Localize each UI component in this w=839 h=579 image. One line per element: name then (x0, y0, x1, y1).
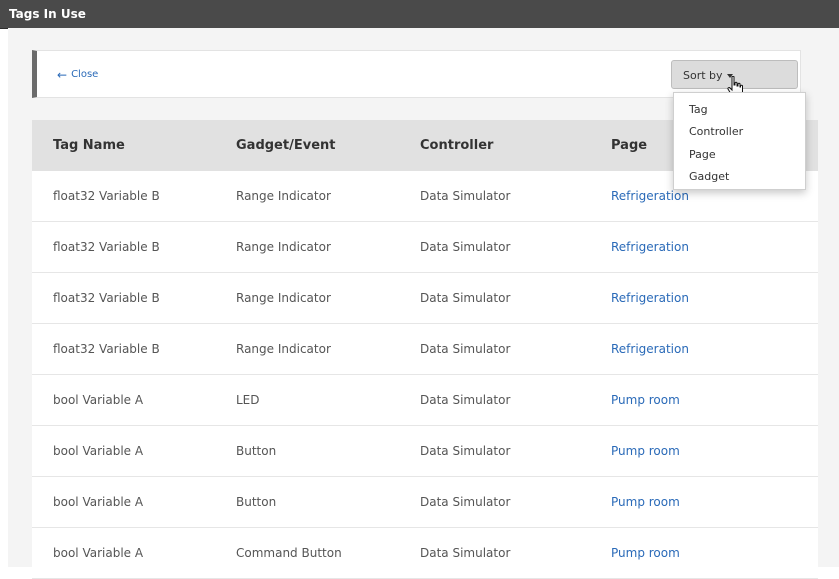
cell-page: Pump room (590, 527, 818, 579)
cell-gadget-event: Button (215, 425, 399, 477)
cell-gadget-event: Range Indicator (215, 171, 399, 222)
page-link[interactable]: Refrigeration (611, 240, 689, 254)
sort-by-label: Sort by (683, 69, 723, 82)
header-controller: Controller (399, 120, 590, 171)
close-button[interactable]: ← Close (57, 67, 99, 82)
cell-controller: Data Simulator (399, 374, 590, 426)
cell-gadget-event: Range Indicator (215, 323, 399, 375)
sort-option-page[interactable]: Page (689, 148, 716, 161)
page-link[interactable]: Pump room (611, 546, 680, 560)
header-gadget-event: Gadget/Event (215, 120, 399, 171)
cell-controller: Data Simulator (399, 221, 590, 273)
table-row: bool Variable A Command Button Data Simu… (32, 527, 818, 579)
cell-gadget-event: Button (215, 476, 399, 528)
table-row: bool Variable A LED Data Simulator Pump … (32, 374, 818, 426)
page-link[interactable]: Refrigeration (611, 291, 689, 305)
cell-tag-name: bool Variable A (32, 374, 215, 426)
cell-controller: Data Simulator (399, 527, 590, 579)
cell-page: Pump room (590, 374, 818, 426)
table-row: float32 Variable B Range Indicator Data … (32, 221, 818, 273)
cell-controller: Data Simulator (399, 476, 590, 528)
page-link[interactable]: Pump room (611, 444, 680, 458)
arrow-left-icon: ← (57, 67, 68, 82)
table-row: float32 Variable B Range Indicator Data … (32, 272, 818, 324)
cell-controller: Data Simulator (399, 272, 590, 324)
page-link[interactable]: Pump room (611, 495, 680, 509)
cell-gadget-event: Range Indicator (215, 272, 399, 324)
cell-controller: Data Simulator (399, 323, 590, 375)
close-label: Close (71, 69, 99, 80)
window-titlebar: Tags In Use (0, 0, 839, 29)
cell-tag-name: float32 Variable B (32, 323, 215, 375)
cell-tag-name: float32 Variable B (32, 171, 215, 222)
cell-page: Refrigeration (590, 323, 818, 375)
cell-gadget-event: LED (215, 374, 399, 426)
cell-controller: Data Simulator (399, 171, 590, 222)
cell-page: Pump room (590, 476, 818, 528)
cell-controller: Data Simulator (399, 425, 590, 477)
sort-by-menu: Tag Controller Page Gadget (673, 92, 806, 190)
page-link[interactable]: Pump room (611, 393, 680, 407)
cell-tag-name: bool Variable A (32, 425, 215, 477)
cell-page: Refrigeration (590, 221, 818, 273)
cell-tag-name: float32 Variable B (32, 272, 215, 324)
cell-tag-name: bool Variable A (32, 527, 215, 579)
sort-option-controller[interactable]: Controller (689, 125, 743, 138)
page-link[interactable]: Refrigeration (611, 189, 689, 203)
sort-option-tag[interactable]: Tag (689, 103, 708, 116)
table-row: float32 Variable B Range Indicator Data … (32, 323, 818, 375)
cell-tag-name: bool Variable A (32, 476, 215, 528)
header-tag-name: Tag Name (32, 120, 215, 171)
sort-option-gadget[interactable]: Gadget (689, 170, 729, 183)
cell-gadget-event: Range Indicator (215, 221, 399, 273)
table-row: bool Variable A Button Data Simulator Pu… (32, 476, 818, 528)
cell-page: Pump room (590, 425, 818, 477)
cell-tag-name: float32 Variable B (32, 221, 215, 273)
cell-page: Refrigeration (590, 272, 818, 324)
window-title: Tags In Use (9, 7, 86, 21)
table-row: bool Variable A Button Data Simulator Pu… (32, 425, 818, 477)
cell-gadget-event: Command Button (215, 527, 399, 579)
page-link[interactable]: Refrigeration (611, 342, 689, 356)
